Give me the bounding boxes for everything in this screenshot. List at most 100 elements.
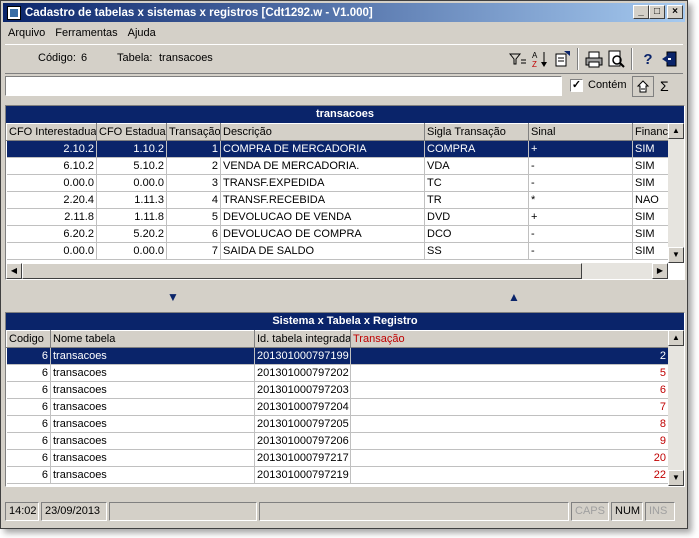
- scroll-thumb[interactable]: [22, 263, 582, 279]
- cell: 6: [6, 432, 51, 450]
- window-title: Cadastro de tabelas x sistemas x registr…: [25, 6, 373, 19]
- table-row[interactable]: 6.10.2 5.10.2 2 VENDA DE MERCADORIA. VDA - SIM: [6, 157, 671, 175]
- export-icon[interactable]: [551, 48, 573, 70]
- status-num: NUM: [611, 502, 643, 521]
- cell: VENDA DE MERCADORIA.: [220, 157, 425, 175]
- horizontal-scrollbar[interactable]: ◀ ▶: [6, 263, 668, 279]
- col-transacao[interactable]: Transação: [350, 330, 669, 348]
- help-icon[interactable]: ?: [637, 48, 659, 70]
- table-row[interactable]: 2.11.8 1.11.8 5 DEVOLUCAO DE VENDA DVD + SIM: [6, 208, 671, 226]
- col-nome-tabela[interactable]: Nome tabela: [50, 330, 255, 348]
- title-bar[interactable]: Cadastro de tabelas x sistemas x registr…: [3, 3, 685, 22]
- table-row[interactable]: 6.20.2 5.20.2 6 DEVOLUCAO DE COMPRA DCO - SIM: [6, 225, 671, 243]
- cell: 6: [6, 415, 51, 433]
- toolbar-separator: [577, 48, 579, 70]
- status-time: 14:02: [5, 502, 39, 521]
- cell: 201301000797217: [254, 449, 351, 467]
- contem-checkbox[interactable]: ✓: [570, 79, 583, 92]
- codigo-value: 6: [81, 52, 88, 64]
- cell: transacoes: [50, 432, 255, 450]
- table-row[interactable]: 2.20.4 1.11.3 4 TRANSF.RECEBIDA TR * NAO: [6, 191, 671, 209]
- table-row[interactable]: 6 transacoes 201301000797219 22: [6, 466, 669, 484]
- table-row[interactable]: 0.00.0 0.00.0 7 SAIDA DE SALDO SS - SIM: [6, 242, 671, 260]
- col-sinal[interactable]: Sinal: [528, 123, 633, 141]
- cell: 201301000797203: [254, 381, 351, 399]
- menu-ferramentas[interactable]: Ferramentas: [50, 27, 122, 39]
- cell: 6: [6, 466, 51, 484]
- minimize-button[interactable]: _: [633, 5, 649, 19]
- cell: 6: [6, 381, 51, 399]
- sum-icon[interactable]: Σ: [660, 78, 669, 94]
- close-button[interactable]: ×: [667, 5, 683, 19]
- cell: *: [528, 191, 633, 209]
- cell: DVD: [424, 208, 529, 226]
- cell: 6: [6, 347, 51, 365]
- col-id-tabela[interactable]: Id. tabela integrada: [254, 330, 351, 348]
- cell: TR: [424, 191, 529, 209]
- scroll-down-icon[interactable]: ▼: [668, 247, 684, 263]
- exit-icon[interactable]: [659, 48, 681, 70]
- cell: transacoes: [50, 415, 255, 433]
- cell: 201301000797204: [254, 398, 351, 416]
- move-up-icon[interactable]: ▲: [508, 290, 520, 304]
- cell: 6: [6, 449, 51, 467]
- col-transacao[interactable]: Transação: [166, 123, 221, 141]
- cell: transacoes: [50, 449, 255, 467]
- col-codigo[interactable]: Codigo: [6, 330, 51, 348]
- sort-az-icon[interactable]: AZ: [529, 48, 551, 70]
- scroll-up-icon[interactable]: ▲: [668, 123, 684, 139]
- table-row[interactable]: 6 transacoes 201301000797205 8: [6, 415, 669, 433]
- scroll-right-icon[interactable]: ▶: [652, 263, 668, 279]
- table-row[interactable]: 6 transacoes 201301000797217 20: [6, 449, 669, 467]
- col-sigla[interactable]: Sigla Transação: [424, 123, 529, 141]
- status-caps: CAPS: [571, 502, 609, 521]
- cell: -: [528, 225, 633, 243]
- scroll-track[interactable]: [668, 346, 684, 470]
- scroll-left-icon[interactable]: ◀: [6, 263, 22, 279]
- scroll-track[interactable]: [668, 139, 684, 247]
- col-descricao[interactable]: Descrição: [220, 123, 425, 141]
- cell: SIM: [632, 225, 671, 243]
- tabela-label: Tabela:: [117, 52, 153, 64]
- tabela-value: transacoes: [159, 52, 213, 64]
- vertical-scrollbar[interactable]: ▲ ▼: [668, 123, 684, 263]
- search-input[interactable]: [5, 76, 562, 96]
- transacoes-table: CFO Interestadual CFO Estadual Transação…: [6, 123, 671, 260]
- menu-arquivo[interactable]: Arquivo: [3, 27, 50, 39]
- table-row[interactable]: 2.10.2 1.10.2 1 COMPRA DE MERCADORIA COMPRA +…: [6, 140, 671, 158]
- scroll-down-icon[interactable]: ▼: [668, 470, 684, 486]
- cell: 201301000797199: [254, 347, 351, 365]
- cell: SIM: [632, 157, 671, 175]
- table-row[interactable]: 6 transacoes 201301000797203 6: [6, 381, 669, 399]
- table-row[interactable]: 6 transacoes 201301000797199 2: [6, 347, 669, 365]
- cell: 0.00.0: [6, 174, 97, 192]
- move-down-icon[interactable]: ▼: [167, 290, 179, 304]
- cell: 7: [166, 242, 221, 260]
- print-preview-icon[interactable]: [605, 48, 627, 70]
- filter-icon[interactable]: [507, 48, 529, 70]
- table-row[interactable]: 6 transacoes 201301000797206 9: [6, 432, 669, 450]
- cell: 5: [350, 364, 669, 382]
- table-row[interactable]: 6 transacoes 201301000797204 7: [6, 398, 669, 416]
- vertical-scrollbar[interactable]: ▲ ▼: [668, 330, 684, 486]
- table-row[interactable]: 0.00.0 0.00.0 3 TRANSF.EXPEDIDA TC - SIM: [6, 174, 671, 192]
- table-row[interactable]: 6 transacoes 201301000797202 5: [6, 364, 669, 382]
- cell: transacoes: [50, 381, 255, 399]
- cell: 0.00.0: [6, 242, 97, 260]
- col-cfo-estadual[interactable]: CFO Estadual: [96, 123, 167, 141]
- cell: 8: [350, 415, 669, 433]
- cell: transacoes: [50, 398, 255, 416]
- maximize-button[interactable]: □: [649, 5, 665, 19]
- scroll-up-icon[interactable]: ▲: [668, 330, 684, 346]
- print-icon[interactable]: [583, 48, 605, 70]
- cell: 201301000797219: [254, 466, 351, 484]
- search-row: ✓ Contém Σ: [5, 76, 683, 98]
- cell: 3: [166, 174, 221, 192]
- cell: 6.10.2: [6, 157, 97, 175]
- search-button[interactable]: [632, 76, 654, 97]
- col-cfo-interestadual[interactable]: CFO Interestadual: [6, 123, 97, 141]
- cell: +: [528, 208, 633, 226]
- menu-ajuda[interactable]: Ajuda: [123, 27, 161, 39]
- contem-label: Contém: [588, 79, 627, 91]
- col-financeiro[interactable]: Financeiro: [632, 123, 671, 141]
